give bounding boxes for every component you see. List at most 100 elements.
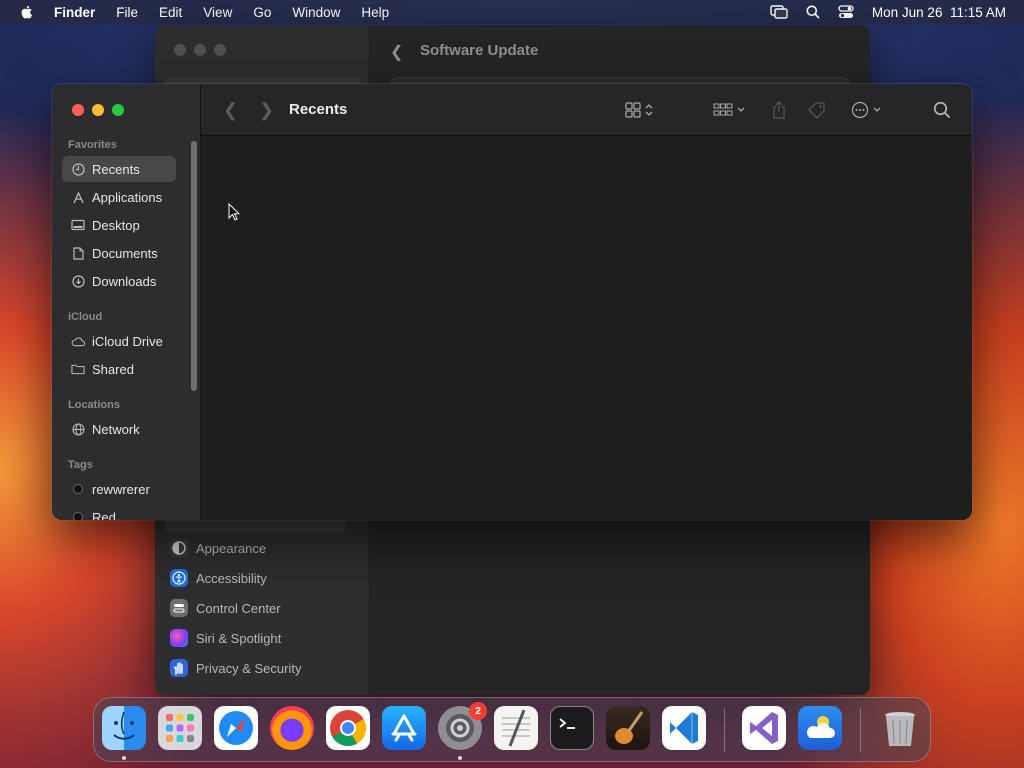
applications-icon	[71, 190, 85, 204]
menu-clock[interactable]: Mon Jun 26 11:15 AM	[872, 5, 1006, 20]
action-menu-button[interactable]	[851, 98, 882, 122]
dock-firefox-icon[interactable]	[270, 706, 314, 750]
tag-dot-icon	[73, 484, 83, 494]
settings-item-siri[interactable]: Siri & Spotlight	[170, 623, 301, 653]
tag-icon	[808, 102, 825, 119]
dock-garageband-icon[interactable]	[606, 706, 650, 750]
view-mode-button[interactable]	[625, 98, 654, 122]
accessibility-icon	[170, 569, 188, 587]
window-title: Recents	[289, 101, 348, 118]
share-button[interactable]	[771, 98, 787, 122]
settings-page-title: Software Update	[420, 42, 539, 59]
ellipsis-circle-icon	[851, 101, 869, 119]
settings-item-accessibility[interactable]: Accessibility	[170, 563, 301, 593]
dock-separator	[860, 708, 861, 752]
sidebar-item-label: rewwrerer	[92, 481, 150, 497]
sidebar-scrollbar[interactable]	[191, 141, 197, 391]
settings-minimize-button[interactable]	[194, 44, 206, 56]
clock-icon	[71, 162, 85, 176]
settings-zoom-button[interactable]	[214, 44, 226, 56]
appearance-icon	[170, 539, 188, 557]
menu-view[interactable]: View	[203, 5, 232, 20]
tag-button[interactable]	[807, 98, 827, 122]
dock-finder-icon[interactable]	[102, 706, 146, 750]
menu-bar: Finder File Edit View Go Window Help Mon…	[0, 0, 1024, 24]
sidebar-item-applications[interactable]: Applications	[62, 184, 176, 210]
settings-sidebar-list: Appearance Accessibility Control Center …	[170, 533, 301, 683]
dock-running-indicator	[458, 756, 462, 760]
chevron-down-icon	[873, 107, 881, 112]
spotlight-search-icon[interactable]	[806, 5, 820, 19]
sidebar-tag-red[interactable]: Red	[62, 504, 176, 520]
screen-mirroring-icon[interactable]	[770, 5, 788, 19]
menu-window[interactable]: Window	[292, 5, 340, 20]
finder-window: Favorites Recents Applications Desktop D…	[52, 84, 972, 520]
document-icon	[71, 246, 85, 260]
sidebar-item-label: Recents	[92, 161, 140, 177]
finder-toolbar: ❮ ❯ Recents	[201, 84, 972, 136]
privacy-hand-icon	[170, 659, 188, 677]
sidebar-tag-rewwrerer[interactable]: rewwrerer	[62, 476, 176, 502]
settings-back-icon[interactable]: ❮	[390, 42, 403, 62]
finder-sidebar: Favorites Recents Applications Desktop D…	[52, 84, 201, 520]
sidebar-item-label: Network	[92, 421, 140, 437]
group-by-button[interactable]	[713, 98, 746, 122]
sidebar-item-label: Shared	[92, 361, 134, 377]
search-icon	[933, 101, 951, 119]
dock-app-store-icon[interactable]	[382, 706, 426, 750]
menu-go[interactable]: Go	[253, 5, 271, 20]
sidebar-section-tags: Tags	[68, 459, 93, 471]
dock-textedit-icon[interactable]	[494, 706, 538, 750]
back-chevron-icon[interactable]: ❮	[223, 100, 238, 121]
dock-weather-icon[interactable]	[798, 706, 842, 750]
sidebar-item-desktop[interactable]: Desktop	[62, 212, 176, 238]
settings-item-appearance[interactable]: Appearance	[170, 533, 301, 563]
apple-menu-icon[interactable]	[19, 4, 35, 20]
menu-extras: Mon Jun 26 11:15 AM	[770, 0, 1006, 24]
dock-chrome-icon[interactable]	[326, 706, 370, 750]
sidebar-item-label: Downloads	[92, 273, 157, 289]
forward-chevron-icon[interactable]: ❯	[259, 100, 274, 121]
dock-terminal-icon[interactable]	[550, 706, 594, 750]
dock-safari-icon[interactable]	[214, 706, 258, 750]
close-button[interactable]	[72, 104, 84, 116]
sidebar-item-network[interactable]: Network	[62, 416, 176, 442]
cloud-icon	[71, 334, 85, 348]
dock-trash-icon[interactable]	[878, 706, 922, 750]
menu-edit[interactable]: Edit	[159, 5, 182, 20]
sidebar-item-shared[interactable]: Shared	[62, 356, 176, 382]
search-button[interactable]	[933, 98, 951, 122]
settings-item-label: Accessibility	[196, 570, 267, 586]
sidebar-section-locations: Locations	[68, 399, 120, 411]
sidebar-item-icloud-drive[interactable]: iCloud Drive	[62, 328, 176, 354]
notification-badge: 2	[469, 702, 487, 720]
control-center-icon	[170, 599, 188, 617]
sidebar-item-label: Red	[92, 509, 116, 521]
menu-help[interactable]: Help	[361, 5, 389, 20]
icon-grid-icon	[625, 102, 641, 118]
sidebar-item-label: Desktop	[92, 217, 140, 233]
up-down-chevron-icon	[645, 104, 653, 116]
sidebar-item-label: Documents	[92, 245, 158, 261]
zoom-button[interactable]	[112, 104, 124, 116]
sidebar-item-documents[interactable]: Documents	[62, 240, 176, 266]
dock-vscode-icon[interactable]	[662, 706, 706, 750]
chevron-down-icon	[737, 107, 745, 112]
sidebar-section-favorites: Favorites	[68, 139, 117, 151]
settings-close-button[interactable]	[174, 44, 186, 56]
menu-app-name[interactable]: Finder	[54, 5, 95, 20]
group-grid-icon	[713, 103, 733, 116]
settings-item-control-center[interactable]: Control Center	[170, 593, 301, 623]
control-center-icon[interactable]	[838, 5, 854, 19]
settings-item-privacy[interactable]: Privacy & Security	[170, 653, 301, 683]
shared-folder-icon	[71, 362, 85, 376]
settings-traffic-lights	[174, 44, 226, 56]
dock-visual-studio-icon[interactable]	[742, 706, 786, 750]
sidebar-item-recents[interactable]: Recents	[62, 156, 176, 182]
finder-content-area[interactable]	[201, 137, 972, 520]
dock-launchpad-icon[interactable]	[158, 706, 202, 750]
menu-file[interactable]: File	[116, 5, 138, 20]
minimize-button[interactable]	[92, 104, 104, 116]
sidebar-item-downloads[interactable]: Downloads	[62, 268, 176, 294]
settings-item-label: Appearance	[196, 540, 267, 556]
